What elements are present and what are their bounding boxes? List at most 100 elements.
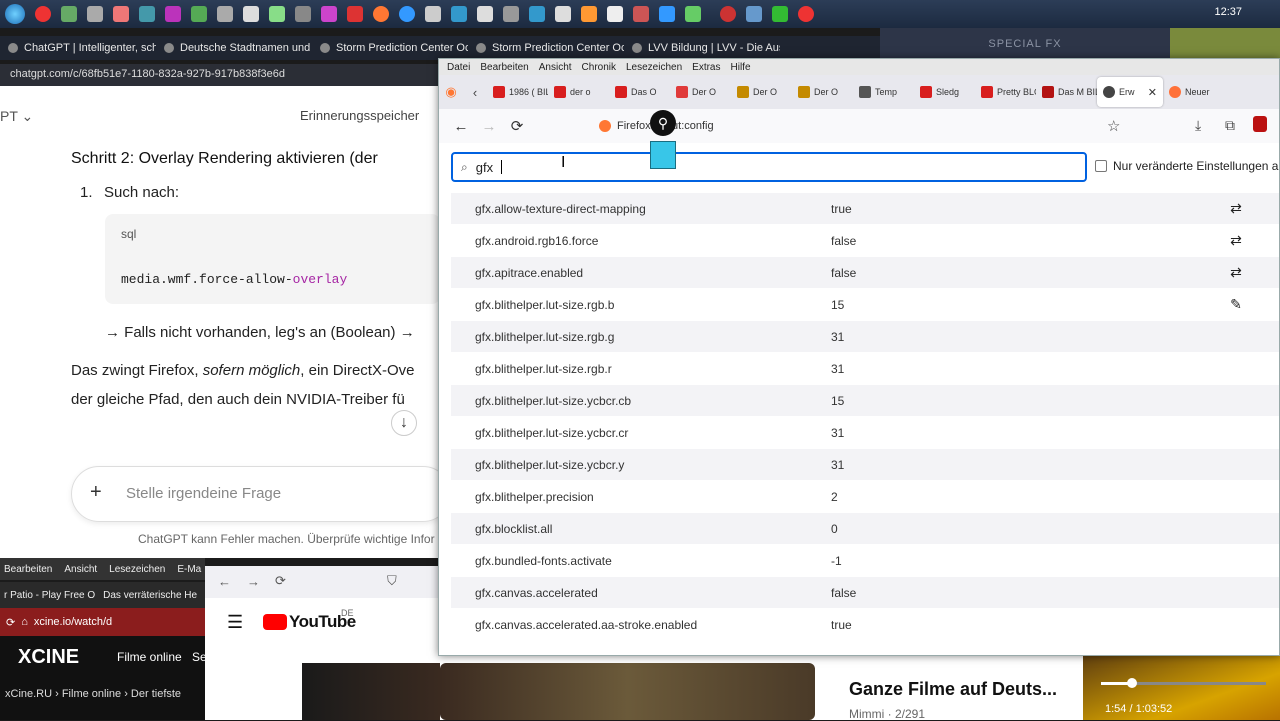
pref-row[interactable]: gfx.canvas.accelerated false [451, 577, 1279, 609]
plus-icon[interactable]: + [90, 481, 102, 504]
tray-icon[interactable] [798, 6, 814, 22]
forward-icon[interactable]: → [247, 574, 260, 589]
app-icon[interactable] [399, 6, 415, 22]
browser-tab[interactable]: Sledg [914, 77, 975, 107]
app-icon[interactable] [165, 6, 181, 22]
pref-row[interactable]: gfx.blithelper.lut-size.rgb.r 31 [451, 353, 1279, 385]
menu-item[interactable]: Lesezeichen [109, 564, 165, 575]
browser-tab[interactable]: Deutsche Stadtnamen und Sp [156, 42, 312, 54]
url-bar[interactable]: Firefox about:config [599, 115, 1119, 137]
extensions-icon[interactable]: ⧉ [1225, 117, 1235, 134]
menu-item[interactable]: Hilfe [731, 62, 751, 73]
browser-tab[interactable]: Storm Prediction Center Oct 2 [468, 42, 624, 54]
chat-input[interactable]: + Stelle irgendeine Frage [71, 466, 451, 522]
xcine-logo[interactable]: XCINE [18, 646, 79, 669]
memory-label[interactable]: Erinnerungsspeicher [300, 108, 419, 123]
pref-row[interactable]: gfx.allow-texture-direct-mapping true ⇄ [451, 193, 1279, 225]
browser-tab[interactable]: LVV Bildung | LVV - Die Aus- u [624, 42, 780, 54]
bookmark-star-icon[interactable]: ☆ [1107, 117, 1120, 135]
close-tab-icon[interactable]: ✕ [1148, 86, 1157, 99]
video-card-title[interactable]: Ganze Filme auf Deuts... [849, 679, 1057, 700]
app-icon[interactable] [685, 6, 701, 22]
xcine-url-bar[interactable]: ⟳ ⌂ xcine.io/watch/d [0, 608, 205, 636]
tab-scroll-left-icon[interactable]: ‹ [463, 85, 487, 100]
firefox-icon[interactable] [373, 6, 389, 22]
menu-item[interactable]: Lesezeichen [626, 62, 682, 73]
browser-tab[interactable]: Der O [731, 77, 792, 107]
chatgpt-url-bar[interactable]: chatgpt.com/c/68fb51e7-1180-832a-927b-91… [0, 64, 440, 86]
browser-tab[interactable]: r Patio - Play Free O [4, 590, 95, 601]
app-icon[interactable] [659, 6, 675, 22]
app-icon[interactable] [217, 6, 233, 22]
hamburger-icon[interactable]: ☰ [227, 612, 243, 633]
edit-icon[interactable]: ✎ [1221, 296, 1251, 313]
menu-item[interactable]: Ansicht [539, 62, 572, 73]
pref-row[interactable]: gfx.apitrace.enabled false ⇄ [451, 257, 1279, 289]
app-icon[interactable] [503, 6, 519, 22]
app-icon[interactable] [633, 6, 649, 22]
pref-row[interactable]: gfx.blocklist.all 0 [451, 513, 1279, 545]
reload-icon[interactable]: ⟳ [503, 117, 531, 135]
browser-tab[interactable]: 1986 ( BILD-IN [487, 77, 548, 107]
app-icon[interactable] [113, 6, 129, 22]
model-selector[interactable]: PT ⌄ [0, 108, 33, 125]
menu-item[interactable]: Ansicht [64, 564, 97, 575]
browser-tab[interactable]: Der O [792, 77, 853, 107]
menu-item[interactable]: Datei [447, 62, 470, 73]
pref-row[interactable]: gfx.blithelper.lut-size.ycbcr.y 31 [451, 449, 1279, 481]
pref-row[interactable]: gfx.blithelper.lut-size.ycbcr.cr 31 [451, 417, 1279, 449]
app-icon[interactable] [321, 6, 337, 22]
back-icon[interactable]: ← [447, 118, 475, 135]
app-icon[interactable] [191, 6, 207, 22]
pref-row[interactable]: gfx.blithelper.lut-size.ycbcr.cb 15 [451, 385, 1279, 417]
browser-tab[interactable]: Neuer [1163, 77, 1224, 107]
app-icon[interactable] [269, 6, 285, 22]
browser-tab[interactable]: Das O [609, 77, 670, 107]
toggle-icon[interactable]: ⇄ [1221, 200, 1251, 217]
pref-search-input[interactable]: ⌕ gfx [451, 152, 1087, 182]
back-icon[interactable]: ← [218, 574, 231, 589]
menu-item[interactable]: Bearbeiten [4, 564, 52, 575]
reload-icon[interactable]: ⟳ [275, 573, 286, 589]
shield-icon[interactable]: ⛉ [387, 573, 397, 589]
pref-row[interactable]: gfx.android.rgb16.force false ⇄ [451, 225, 1279, 257]
app-icon[interactable] [451, 6, 467, 22]
browser-tab[interactable]: ChatGPT | Intelligenter, schnel [0, 42, 156, 54]
tray-icon[interactable] [720, 6, 736, 22]
menu-item[interactable]: Bearbeiten [480, 62, 528, 73]
browser-tab[interactable]: Das M BILD-IN [1036, 77, 1097, 107]
app-icon[interactable] [139, 6, 155, 22]
app-icon[interactable] [477, 6, 493, 22]
app-icon[interactable] [295, 6, 311, 22]
start-orb-icon[interactable] [5, 4, 25, 24]
pref-row[interactable]: gfx.blithelper.precision 2 [451, 481, 1279, 513]
browser-tab[interactable]: Das verräterische He [103, 590, 197, 601]
app-icon[interactable] [607, 6, 623, 22]
download-icon[interactable]: ⤓ [1195, 117, 1201, 134]
browser-tab[interactable]: der o [548, 77, 609, 107]
home-icon[interactable]: ⌂ [21, 616, 28, 628]
menu-item[interactable]: E-Ma [177, 564, 201, 575]
pref-row[interactable]: gfx.canvas.accelerated.aa-stroke.enabled… [451, 609, 1279, 641]
pref-row[interactable]: gfx.blithelper.lut-size.rgb.b 15 ✎ [451, 289, 1279, 321]
nav-item[interactable]: Filme online [117, 650, 182, 664]
tray-icon[interactable] [746, 6, 762, 22]
menu-item[interactable]: Extras [692, 62, 720, 73]
toggle-icon[interactable]: ⇄ [1221, 232, 1251, 249]
browser-tab[interactable]: Storm Prediction Center Oct 2 [312, 42, 468, 54]
app-icon[interactable] [61, 6, 77, 22]
toggle-icon[interactable]: ⇄ [1221, 264, 1251, 281]
browser-tab[interactable]: Der O [670, 77, 731, 107]
menu-item[interactable]: Chronik [582, 62, 616, 73]
pref-row[interactable]: gfx.bundled-fonts.activate -1 [451, 545, 1279, 577]
app-icon[interactable] [581, 6, 597, 22]
seek-bar[interactable] [1101, 678, 1266, 688]
scroll-down-icon[interactable]: ↓ [391, 410, 417, 436]
app-icon[interactable] [87, 6, 103, 22]
forward-icon[interactable]: → [475, 118, 503, 135]
browser-tab[interactable]: Pretty BLOCK [975, 77, 1036, 107]
ublock-icon[interactable] [1253, 116, 1267, 132]
video-thumbnail[interactable] [440, 663, 815, 720]
video-thumbnail[interactable] [302, 663, 440, 720]
seek-handle[interactable] [1127, 678, 1137, 688]
